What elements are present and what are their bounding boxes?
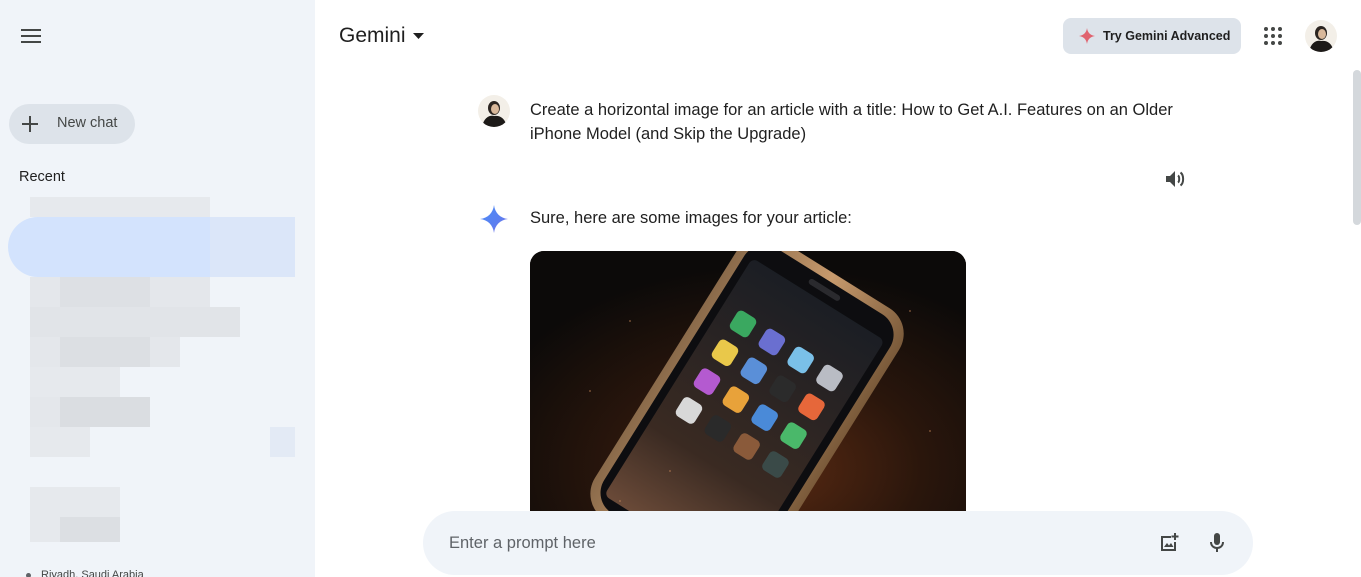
redacted-block [30, 397, 60, 427]
redacted-block [270, 427, 295, 457]
product-name: Gemini [339, 24, 406, 47]
recent-chat-item[interactable] [30, 367, 120, 397]
response-text: Sure, here are some images for your arti… [530, 209, 852, 227]
recent-heading: Recent [19, 169, 65, 185]
recent-chat-item[interactable] [30, 307, 240, 337]
location-dot-icon [26, 572, 31, 577]
apps-grid-icon [1264, 27, 1282, 45]
new-chat-button[interactable]: New chat [9, 104, 135, 144]
upload-image-button[interactable] [1155, 529, 1183, 557]
recent-chat-item[interactable] [30, 197, 210, 217]
user-prompt-text: Create a horizontal image for an article… [530, 101, 1173, 143]
try-gemini-advanced-button[interactable]: Try Gemini Advanced [1063, 18, 1241, 54]
try-gemini-advanced-label: Try Gemini Advanced [1103, 29, 1231, 43]
caret-down-icon [412, 33, 424, 39]
generated-image[interactable] [530, 251, 966, 541]
hamburger-menu-icon [21, 29, 41, 43]
location-text: Riyadh, Saudi Arabia [41, 569, 144, 577]
account-avatar[interactable] [1305, 20, 1337, 52]
avatar-image [478, 95, 510, 127]
gemini-sparkle-icon [480, 205, 508, 233]
redacted-block [30, 517, 60, 542]
redacted-block [210, 217, 295, 277]
sidebar: New chat Recent Riyadh, Saudi Arabia [0, 0, 315, 577]
sparkle-icon [1079, 28, 1095, 44]
add-image-icon [1161, 533, 1179, 551]
location-indicator: Riyadh, Saudi Arabia [26, 569, 144, 577]
new-chat-label: New chat [57, 115, 118, 131]
speaker-icon [1166, 171, 1185, 187]
redacted-block [60, 337, 150, 367]
recent-chat-item[interactable] [30, 427, 90, 457]
microphone-icon [1210, 533, 1224, 552]
user-avatar [478, 95, 510, 127]
plus-icon [22, 116, 38, 132]
main-menu-button[interactable] [13, 18, 49, 54]
prompt-input[interactable] [449, 531, 1129, 555]
generated-phone-image [530, 251, 966, 541]
recent-chat-item[interactable] [30, 487, 120, 517]
redacted-block [60, 277, 150, 307]
scrollbar-thumb[interactable] [1353, 70, 1361, 225]
gemini-app: New chat Recent Riyadh, Saudi Arabia Gem… [0, 0, 1361, 577]
google-apps-button[interactable] [1257, 20, 1289, 52]
prompt-bar [423, 511, 1253, 575]
model-selector[interactable]: Gemini [339, 24, 424, 48]
microphone-button[interactable] [1203, 529, 1231, 557]
avatar-image [1305, 20, 1337, 52]
listen-button[interactable] [1161, 164, 1191, 194]
